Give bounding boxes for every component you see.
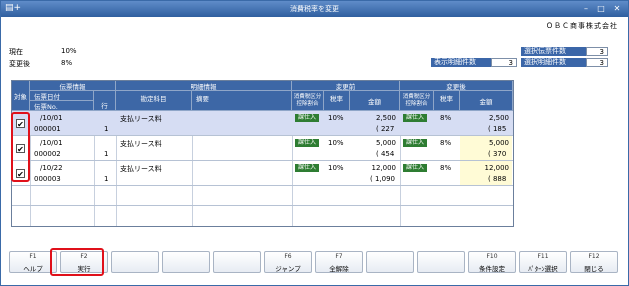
fkey-label: ﾊﾟﾀｰﾝ選択 xyxy=(528,265,558,273)
header-slip-no: 伝票No. xyxy=(30,101,94,111)
execute-highlight xyxy=(50,248,104,276)
header-summary: 摘要 xyxy=(192,91,292,111)
slip-date: /10/22 xyxy=(40,164,63,172)
table-row[interactable]: ✔ /10/01 000001 1 支払リース料 課仕入 10% 2,500 (… xyxy=(12,111,513,136)
header-account: 勘定科目 xyxy=(116,91,192,111)
line-no: 1 xyxy=(104,150,109,158)
slip-no: 000002 xyxy=(34,150,61,158)
rate-before: 10% xyxy=(328,164,344,172)
line-no: 1 xyxy=(104,175,109,183)
header-slip-info: 伝票情報 xyxy=(30,81,116,91)
current-rate-value: 10% xyxy=(61,47,77,55)
fkey-label: ジャンプ xyxy=(275,265,301,273)
fkey-number: F11 xyxy=(537,253,549,260)
selected-lines-label: 選択明細件数 xyxy=(521,58,589,67)
tax-category-after: 課仕入 xyxy=(403,139,427,147)
tax-after: ( 888 xyxy=(488,175,507,183)
header-target: 対象 xyxy=(12,81,30,111)
header-before: 変更前 xyxy=(292,81,400,91)
fkey-label: 閉じる xyxy=(584,265,604,273)
selected-slips-label: 選択伝票件数 xyxy=(521,47,589,56)
header-slip-date: 伝票日付 xyxy=(30,91,94,101)
after-rate: 変更後 8% xyxy=(9,59,72,69)
f10-conditions-button[interactable]: F10 条件設定 xyxy=(468,251,516,273)
amount-after: 2,500 xyxy=(488,114,509,122)
table-row[interactable]: ✔ /10/01 000002 1 支払リース料 課仕入 10% 5,000 (… xyxy=(12,136,513,161)
selected-lines-value: 3 xyxy=(586,58,608,67)
amount-before: 12,000 xyxy=(371,164,397,172)
account: 支払リース料 xyxy=(120,140,162,148)
fkey-label: 全解除 xyxy=(329,265,349,273)
f9-button[interactable] xyxy=(417,251,465,273)
slip-date: /10/01 xyxy=(40,139,63,147)
amount-before: 5,000 xyxy=(375,139,396,147)
tax-after: ( 370 xyxy=(488,150,507,158)
display-lines-label: 表示明細件数 xyxy=(431,58,494,67)
checkbox-highlight xyxy=(11,112,30,182)
tax-before: ( 1,090 xyxy=(370,175,395,183)
f7-clear-all-button[interactable]: F7 全解除 xyxy=(315,251,363,273)
maximize-icon[interactable]: □ xyxy=(595,3,607,14)
account: 支払リース料 xyxy=(120,115,162,123)
fkey-label: 条件設定 xyxy=(479,265,505,273)
window-title: 消費税率を変更 xyxy=(290,5,339,13)
f12-close-button[interactable]: F12 閉じる xyxy=(570,251,618,273)
fkey-number: F6 xyxy=(284,253,292,260)
tax-before: ( 454 xyxy=(376,150,395,158)
slip-no: 000003 xyxy=(34,175,61,183)
amount-after: 5,000 xyxy=(488,139,509,147)
slip-date: /10/01 xyxy=(40,114,63,122)
amount-before: 2,500 xyxy=(375,114,396,122)
tax-category-before: 課仕入 xyxy=(295,164,319,172)
after-rate-label: 変更後 xyxy=(9,60,30,68)
rate-before: 10% xyxy=(328,139,344,147)
table-row[interactable]: ✔ /10/22 000003 1 支払リース料 課仕入 10% 12,000 … xyxy=(12,161,513,186)
header-rate-before: 税率 xyxy=(324,91,350,111)
header-tax-cat-after: 消費税区分 控除割合 xyxy=(400,91,434,111)
slip-no: 000001 xyxy=(34,125,61,133)
f5-button[interactable] xyxy=(213,251,261,273)
title-bar: ▤+ 消費税率を変更 – □ ✕ xyxy=(1,1,628,17)
selected-slips-value: 3 xyxy=(586,47,608,56)
line-no: 1 xyxy=(104,125,109,133)
f8-button[interactable] xyxy=(366,251,414,273)
header-after: 変更後 xyxy=(400,81,513,91)
tax-category-before: 課仕入 xyxy=(295,114,319,122)
f3-button[interactable] xyxy=(111,251,159,273)
f4-button[interactable] xyxy=(162,251,210,273)
display-lines-value: 3 xyxy=(491,58,517,67)
tax-category-after: 課仕入 xyxy=(403,114,427,122)
header-line: 行 xyxy=(94,91,116,111)
header-detail-info: 明細情報 xyxy=(116,81,292,91)
rate-after: 8% xyxy=(440,114,452,122)
minimize-icon[interactable]: – xyxy=(580,3,592,14)
fkey-number: F10 xyxy=(486,253,498,260)
tax-category-before: 課仕入 xyxy=(295,139,319,147)
tax-before: ( 227 xyxy=(376,125,395,133)
header-tax-cat-before: 消費税区分 控除割合 xyxy=(292,91,324,111)
header-amount-after: 金額 xyxy=(460,91,513,111)
tax-category-after: 課仕入 xyxy=(403,164,427,172)
current-rate: 現在 10% xyxy=(9,47,77,57)
rate-after: 8% xyxy=(440,164,452,172)
slip-grid: 対象 伝票情報 明細情報 変更前 変更後 伝票日付 伝票No. 行 勘定科目 摘… xyxy=(11,80,514,227)
rate-after: 8% xyxy=(440,139,452,147)
after-rate-value: 8% xyxy=(61,59,73,67)
close-icon[interactable]: ✕ xyxy=(611,3,623,14)
current-rate-label: 現在 xyxy=(9,48,23,56)
fkey-number: F12 xyxy=(588,253,600,260)
amount-after: 12,000 xyxy=(484,164,510,172)
fkey-number: F7 xyxy=(335,253,343,260)
company-name: ＯＢＣ商事株式会社 xyxy=(546,22,618,30)
f11-pattern-button[interactable]: F11 ﾊﾟﾀｰﾝ選択 xyxy=(519,251,567,273)
tax-after: ( 185 xyxy=(488,125,507,133)
header-rate-after: 税率 xyxy=(434,91,460,111)
rate-before: 10% xyxy=(328,114,344,122)
account: 支払リース料 xyxy=(120,165,162,173)
empty-row xyxy=(12,186,513,206)
header-amount-before: 金額 xyxy=(350,91,400,111)
f6-jump-button[interactable]: F6 ジャンプ xyxy=(264,251,312,273)
main-window: ▤+ 消費税率を変更 – □ ✕ ＯＢＣ商事株式会社 現在 10% 変更後 8%… xyxy=(0,0,629,286)
